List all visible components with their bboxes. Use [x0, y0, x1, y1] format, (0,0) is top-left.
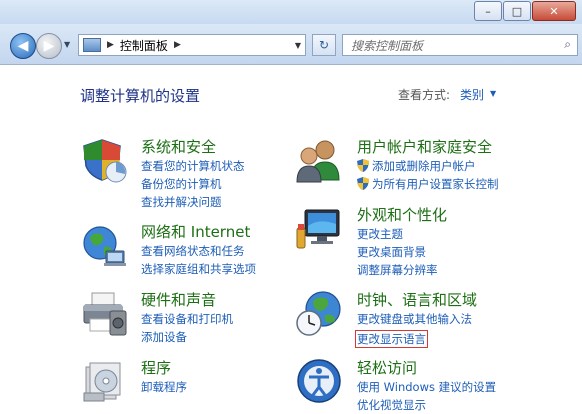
category-title-clock-language-region[interactable]: 时钟、语言和区域: [357, 289, 477, 310]
category-hardware-sound: 硬件和声音 查看设备和打印机 添加设备: [141, 289, 233, 346]
link-view-computer-status[interactable]: 查看您的计算机状态: [141, 157, 245, 175]
link-change-theme[interactable]: 更改主题: [357, 225, 447, 243]
globe-clock-icon: [296, 291, 341, 336]
link-add-remove-accounts-label: 添加或删除用户帐户: [372, 159, 476, 173]
arrow-right-icon: ▶: [43, 38, 55, 54]
link-view-network-status[interactable]: 查看网络状态和任务: [141, 242, 256, 260]
search-icon[interactable]: ⌕: [564, 37, 571, 52]
uac-shield-icon: [357, 177, 369, 190]
title-bar: – □ ✕: [0, 0, 582, 24]
control-panel-icon: [83, 38, 101, 52]
link-parental-controls[interactable]: 为所有用户设置家长控制: [357, 175, 499, 193]
link-find-fix-problems[interactable]: 查找并解决问题: [141, 193, 245, 211]
link-view-devices-printers[interactable]: 查看设备和打印机: [141, 310, 233, 328]
category-clock-language-region: 时钟、语言和区域 更改键盘或其他输入法 更改显示语言: [355, 289, 477, 348]
link-change-display-language-label: 更改显示语言: [355, 330, 428, 348]
link-uninstall-program[interactable]: 卸载程序: [141, 378, 187, 396]
link-change-keyboard-input[interactable]: 更改键盘或其他输入法: [357, 310, 477, 328]
chevron-down-icon[interactable]: ▼: [490, 89, 496, 98]
category-title-user-accounts[interactable]: 用户帐户和家庭安全: [357, 136, 499, 157]
view-by-label: 查看方式:: [398, 88, 451, 102]
globe-network-icon: [83, 226, 126, 266]
link-homegroup-sharing[interactable]: 选择家庭组和共享选项: [141, 260, 256, 278]
ease-of-access-icon: [297, 359, 341, 403]
link-parental-controls-label: 为所有用户设置家长控制: [372, 177, 499, 191]
category-title-system-security[interactable]: 系统和安全: [141, 136, 245, 157]
breadcrumb-chevron-icon[interactable]: ▶: [174, 40, 181, 50]
search-placeholder: 搜索控制面板: [351, 39, 424, 53]
breadcrumb-control-panel[interactable]: 控制面板: [120, 37, 168, 54]
back-button[interactable]: ◀: [10, 33, 36, 59]
link-add-device[interactable]: 添加设备: [141, 328, 233, 346]
monitor-paint-icon: [296, 209, 340, 249]
breadcrumb-separator-icon[interactable]: ▶: [107, 40, 114, 50]
link-windows-recommended-settings[interactable]: 使用 Windows 建议的设置: [357, 378, 496, 396]
recent-pages-dropdown[interactable]: ▼: [64, 40, 70, 49]
link-add-remove-accounts[interactable]: 添加或删除用户帐户: [357, 157, 499, 175]
shield-chart-icon: [83, 139, 127, 183]
arrow-left-icon: ◀: [17, 38, 29, 54]
category-title-programs[interactable]: 程序: [141, 357, 187, 378]
forward-button[interactable]: ▶: [36, 33, 62, 59]
page-title: 调整计算机的设置: [80, 87, 201, 105]
link-change-desktop-background[interactable]: 更改桌面背景: [357, 243, 447, 261]
category-network-internet: 网络和 Internet 查看网络状态和任务 选择家庭组和共享选项: [141, 221, 256, 278]
link-optimize-visual-display[interactable]: 优化视觉显示: [357, 396, 496, 414]
printer-icon: [83, 292, 127, 336]
link-backup-computer[interactable]: 备份您的计算机: [141, 175, 245, 193]
window-controls: – □ ✕: [473, 1, 576, 21]
maximize-button[interactable]: □: [503, 1, 531, 21]
uac-shield-icon: [357, 159, 369, 172]
main-content: 调整计算机的设置 查看方式: 类别 ▼ 系统和安全 查看您的计算机状态 备份您的…: [0, 65, 582, 414]
category-user-accounts: 用户帐户和家庭安全 添加或删除用户帐户 为所有用户设置家长控制: [357, 136, 499, 193]
category-appearance: 外观和个性化 更改主题 更改桌面背景 调整屏幕分辨率: [357, 204, 447, 279]
address-dropdown-icon[interactable]: ▼: [295, 41, 301, 50]
programs-box-icon: [83, 362, 121, 402]
category-title-ease-of-access[interactable]: 轻松访问: [357, 357, 496, 378]
category-title-hardware-sound[interactable]: 硬件和声音: [141, 289, 233, 310]
category-system-security: 系统和安全 查看您的计算机状态 备份您的计算机 查找并解决问题: [141, 136, 245, 211]
link-change-display-language[interactable]: 更改显示语言: [355, 330, 428, 348]
category-title-appearance[interactable]: 外观和个性化: [357, 204, 447, 225]
close-button[interactable]: ✕: [532, 1, 576, 21]
refresh-icon: ↻: [318, 38, 330, 52]
link-adjust-resolution[interactable]: 调整屏幕分辨率: [357, 261, 447, 279]
category-programs: 程序 卸载程序: [141, 357, 187, 396]
search-input[interactable]: 搜索控制面板 ⌕: [342, 34, 578, 56]
category-ease-of-access: 轻松访问 使用 Windows 建议的设置 优化视觉显示: [357, 357, 496, 414]
view-by-dropdown[interactable]: 类别: [460, 86, 484, 103]
users-icon: [296, 140, 340, 183]
refresh-button[interactable]: ↻: [312, 34, 336, 56]
navigation-bar: ◀ ▶ ▼ ▶ 控制面板 ▶ ▼ ↻ 搜索控制面板 ⌕: [0, 24, 582, 65]
category-title-network-internet[interactable]: 网络和 Internet: [141, 221, 256, 242]
minimize-button[interactable]: –: [474, 1, 502, 21]
address-bar[interactable]: ▶ 控制面板 ▶ ▼: [78, 34, 306, 56]
